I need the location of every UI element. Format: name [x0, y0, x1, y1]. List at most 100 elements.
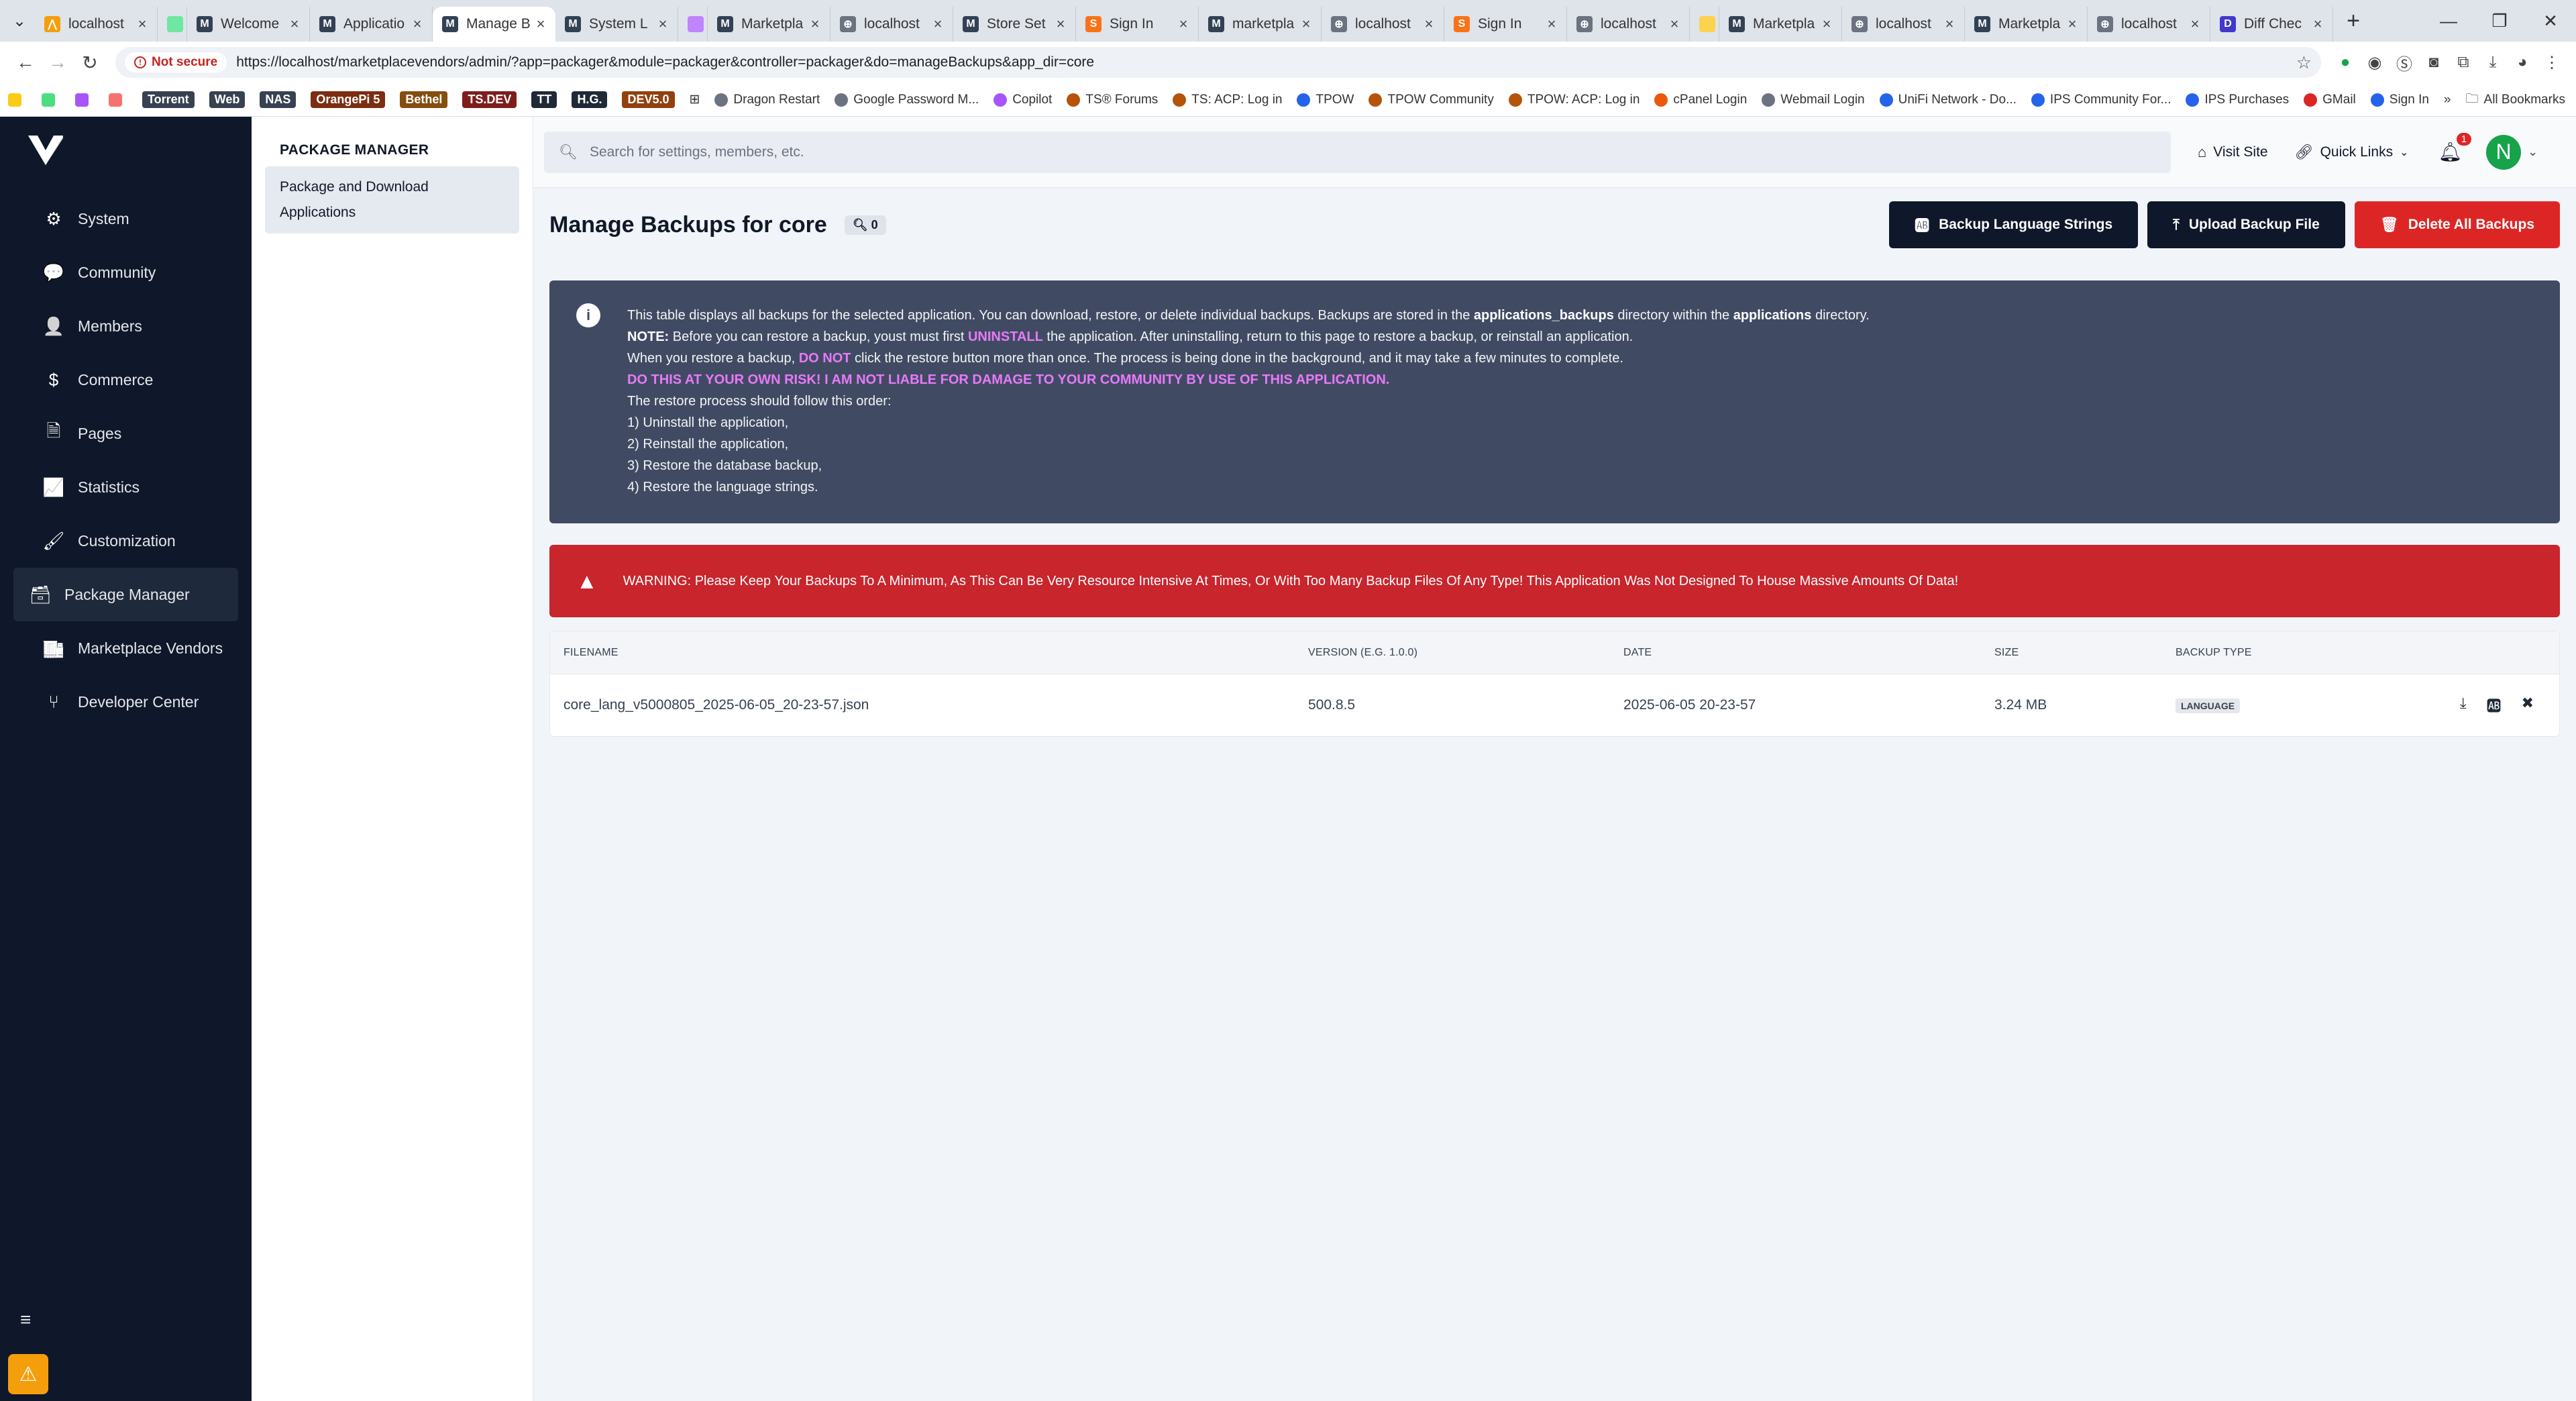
bookmark-item[interactable]: TS: ACP: Log in	[1173, 93, 1282, 107]
tab-search-icon[interactable]: ⌄	[4, 5, 35, 36]
browser-tab[interactable]: ⊕ localhost ×	[2088, 7, 2210, 42]
browser-tab[interactable]: ⋀ localhost ×	[35, 7, 158, 42]
browser-tab[interactable]: M System L ×	[555, 7, 678, 42]
bookmark-item[interactable]: Torrent	[142, 91, 195, 108]
bookmark-item[interactable]: TPOW: ACP: Log in	[1508, 93, 1640, 107]
bookmark-item[interactable]: TS® Forums	[1067, 93, 1158, 107]
download-icon[interactable]: ⤓	[2460, 694, 2467, 716]
more-bookmarks-icon[interactable]: »	[2444, 93, 2451, 107]
bookmark-item[interactable]: H.G.	[572, 91, 608, 108]
browser-tab[interactable]: M Marketpla ×	[708, 7, 830, 42]
sidebar-item-statistics[interactable]: 📈 Statistics	[13, 460, 238, 514]
sidebar-item-package-manager[interactable]: 🗃 Package Manager	[13, 568, 238, 621]
kebab-menu-icon[interactable]: ⋮	[2537, 48, 2567, 77]
visit-site-link[interactable]: ⌂ Visit Site	[2198, 144, 2268, 161]
bookmark-item[interactable]: IPS Community For...	[2031, 93, 2171, 107]
sidebar-item-members[interactable]: 👤 Members	[13, 299, 238, 353]
tab-close-icon[interactable]: ×	[1666, 15, 1682, 33]
tab-close-icon[interactable]: ×	[807, 15, 823, 33]
puzzle-icon[interactable]: ⧉	[2449, 48, 2478, 77]
bookmark-item[interactable]: TPOW	[1297, 93, 1354, 107]
bookmark-item[interactable]: Google Password M...	[835, 93, 979, 107]
browser-tab[interactable]	[1690, 7, 1719, 42]
tab-close-icon[interactable]: ×	[1298, 15, 1314, 33]
not-secure-indicator[interactable]: ! Not secure	[125, 52, 227, 72]
tab-close-icon[interactable]: ×	[1421, 15, 1437, 33]
bookmark-item[interactable]: DEV5.0	[622, 91, 675, 108]
browser-tab[interactable]: ⊕ localhost ×	[1322, 7, 1444, 42]
extension-icon[interactable]: ◙	[2419, 48, 2449, 77]
column-header-size[interactable]: SIZE	[1994, 647, 2176, 659]
extension-icon[interactable]: ◉	[2360, 48, 2390, 77]
reload-icon[interactable]: ↻	[74, 46, 106, 79]
upload-backup-button[interactable]: ⤒ Upload Backup File	[2147, 201, 2345, 248]
browser-tab[interactable]	[678, 7, 708, 42]
browser-tab[interactable]	[158, 7, 187, 42]
extension-icon[interactable]: ●	[2330, 48, 2360, 77]
tab-close-icon[interactable]: ×	[1175, 15, 1191, 33]
subnav-item-package-download[interactable]: Package and Download Applications	[265, 166, 519, 234]
bookmark-item[interactable]: NAS	[260, 91, 297, 108]
bookmark-item[interactable]: OrangePi 5	[311, 91, 386, 108]
back-icon[interactable]: ←	[9, 46, 42, 79]
bookmark-item[interactable]: TS.DEV	[462, 91, 517, 108]
backup-language-strings-button[interactable]: 🆎︎ Backup Language Strings	[1889, 201, 2139, 248]
tab-close-icon[interactable]: ×	[2064, 15, 2080, 33]
browser-tab[interactable]: D Diff Chec ×	[2210, 7, 2333, 42]
tab-close-icon[interactable]: ×	[409, 15, 425, 33]
browser-tab[interactable]: Mmarketpla ×	[1199, 7, 1322, 42]
bookmark-item[interactable]: Bethel	[400, 91, 448, 108]
sidebar-item-system[interactable]: ⚙ System	[13, 192, 238, 246]
apps-grid-icon[interactable]: ⊞	[690, 92, 700, 107]
url-text[interactable]: https://localhost/marketplacevendors/adm…	[236, 54, 1094, 70]
tab-close-icon[interactable]: ×	[2187, 15, 2203, 33]
bookmark-item[interactable]: TT	[531, 91, 557, 108]
avatar[interactable]: N	[2486, 134, 2522, 170]
close-window-icon[interactable]: ✕	[2525, 11, 2576, 32]
new-tab-button[interactable]: +	[2337, 8, 2369, 34]
restore-language-icon[interactable]: 🆎︎	[2487, 694, 2502, 716]
tab-close-icon[interactable]: ×	[286, 15, 303, 33]
bookmark-item[interactable]: cPanel Login	[1654, 93, 1747, 107]
sidebar-item-commerce[interactable]: $ Commerce	[13, 353, 238, 407]
browser-tab[interactable]: M Marketpla ×	[1719, 7, 1842, 42]
restore-icon[interactable]: ❐	[2474, 11, 2525, 32]
browser-tab[interactable]: ⊕ localhost ×	[1842, 7, 1965, 42]
sidebar-item-developer-center[interactable]: ⑂ Developer Center	[13, 675, 238, 729]
browser-tab[interactable]: S Sign In ×	[1076, 7, 1199, 42]
search-input[interactable]: 🔍︎ Search for settings, members, etc.	[544, 131, 2171, 173]
quick-links-menu[interactable]: 🔗︎ Quick Links ⌄	[2295, 144, 2409, 161]
browser-tab[interactable]: ⊕ localhost ×	[830, 7, 953, 42]
bookmark-app-icon[interactable]	[8, 93, 27, 107]
browser-tab[interactable]: ⊕ localhost ×	[1567, 7, 1690, 42]
sidebar-item-pages[interactable]: 🗎 Pages	[13, 407, 238, 460]
tab-close-icon[interactable]: ×	[2310, 15, 2326, 33]
bookmark-item[interactable]: UniFi Network - Do...	[1879, 93, 2017, 107]
delete-circle-icon[interactable]: ✖	[2522, 694, 2534, 716]
sidebar-item-community[interactable]: 💬 Community	[13, 246, 238, 299]
tab-close-icon[interactable]: ×	[533, 15, 549, 33]
tab-close-icon[interactable]: ×	[930, 15, 946, 33]
hamburger-icon[interactable]: ≡	[20, 1309, 31, 1331]
tab-close-icon[interactable]: ×	[1819, 15, 1835, 33]
bookmark-item[interactable]: Webmail Login	[1762, 93, 1865, 107]
bookmark-app-icon[interactable]	[42, 93, 60, 107]
logo-icon[interactable]	[27, 134, 67, 174]
address-bar[interactable]: ! Not secure https://localhost/marketpla…	[115, 47, 2321, 78]
tab-close-icon[interactable]: ×	[1544, 15, 1560, 33]
browser-tab[interactable]: S Sign In ×	[1444, 7, 1567, 42]
column-header-date[interactable]: DATE	[1623, 647, 1994, 659]
browser-tab[interactable]: M Store Set ×	[953, 7, 1076, 42]
sidebar-item-customization[interactable]: 🖌 Customization	[13, 514, 238, 568]
tab-close-icon[interactable]: ×	[1941, 15, 1957, 33]
bookmark-item[interactable]: IPS Purchases	[2186, 93, 2289, 107]
bookmark-app-icon[interactable]	[109, 93, 127, 107]
bookmark-app-icon[interactable]	[75, 93, 94, 107]
tab-close-icon[interactable]: ×	[1053, 15, 1069, 33]
notifications-bell-icon[interactable]: 🔔︎ 1	[2438, 133, 2472, 163]
column-header-version[interactable]: VERSION (E.G. 1.0.0)	[1308, 647, 1623, 659]
browser-tab[interactable]: M Welcome ×	[187, 7, 310, 42]
forward-icon[interactable]: →	[42, 46, 74, 79]
bookmark-item[interactable]: TPOW Community	[1368, 93, 1494, 107]
browser-tab[interactable]: M Marketpla ×	[1965, 7, 2088, 42]
